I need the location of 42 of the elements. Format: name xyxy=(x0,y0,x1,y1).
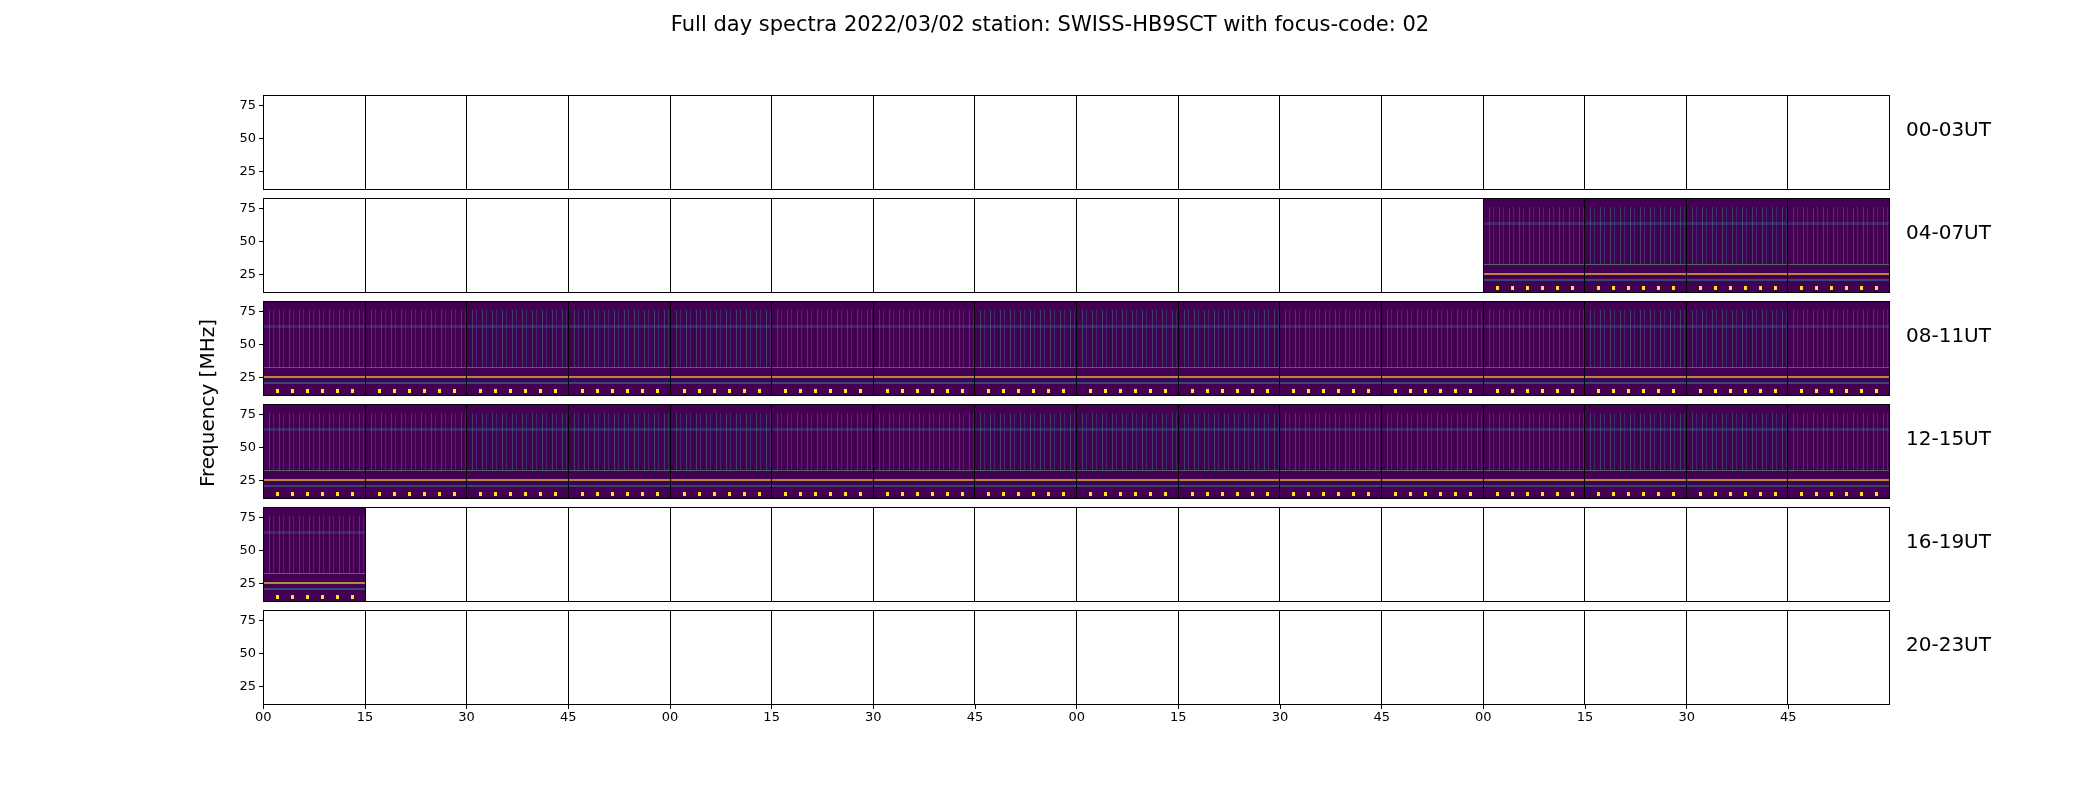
x-tick-label: 15 xyxy=(356,709,374,725)
x-tick-label: 45 xyxy=(1373,709,1390,725)
y-tick-label: 75 xyxy=(239,406,256,422)
y-tick-label: 50 xyxy=(239,336,256,352)
y-tick-label: 50 xyxy=(239,645,256,661)
x-tick-label: 45 xyxy=(966,709,984,725)
time-range-label: 20-23UT xyxy=(1906,632,1991,656)
x-tick-label: 00 xyxy=(661,709,679,725)
time-range-label: 04-07UT xyxy=(1906,220,1991,244)
y-tick-label: 75 xyxy=(239,200,256,216)
x-tick-label: 30 xyxy=(1271,709,1289,725)
figure-title: Full day spectra 2022/03/02 station: SWISS-HB9SCT with focus-code: 02 xyxy=(670,12,1430,36)
y-tick-label: 25 xyxy=(239,472,256,488)
time-range-label: 00-03UT xyxy=(1906,117,1991,141)
x-tick-label: 00 xyxy=(255,709,272,725)
x-tick-label: 30 xyxy=(865,709,882,725)
y-tick-label: 25 xyxy=(239,266,256,282)
x-tick-label: 30 xyxy=(458,709,475,725)
y-axis-label: Frequency [MHz] xyxy=(195,318,219,488)
y-tick-label: 75 xyxy=(239,97,256,113)
time-range-label: 16-19UT xyxy=(1906,529,1991,553)
x-tick-label: 30 xyxy=(1678,709,1695,725)
y-tick-label: 25 xyxy=(239,369,256,385)
y-tick-label: 50 xyxy=(239,439,256,455)
y-tick-label: 25 xyxy=(239,678,256,694)
y-tick-label: 75 xyxy=(239,509,256,525)
x-tick-label: 45 xyxy=(560,709,577,725)
x-tick-label: 45 xyxy=(1780,709,1797,725)
y-tick-label: 25 xyxy=(239,163,256,179)
x-tick-label: 15 xyxy=(763,709,780,725)
time-range-label: 08-11UT xyxy=(1906,323,1991,347)
y-tick-label: 50 xyxy=(239,233,256,249)
y-tick-label: 75 xyxy=(239,612,256,628)
time-range-label: 12-15UT xyxy=(1906,426,1991,450)
x-tick-label: 15 xyxy=(1170,709,1187,725)
x-tick-label: 15 xyxy=(1576,709,1594,725)
y-tick-label: 75 xyxy=(239,303,256,319)
x-tick-label: 00 xyxy=(1475,709,1492,725)
y-tick-label: 25 xyxy=(239,575,256,591)
y-tick-label: 50 xyxy=(239,130,256,146)
x-tick-label: 00 xyxy=(1068,709,1085,725)
y-tick-label: 50 xyxy=(239,542,256,558)
